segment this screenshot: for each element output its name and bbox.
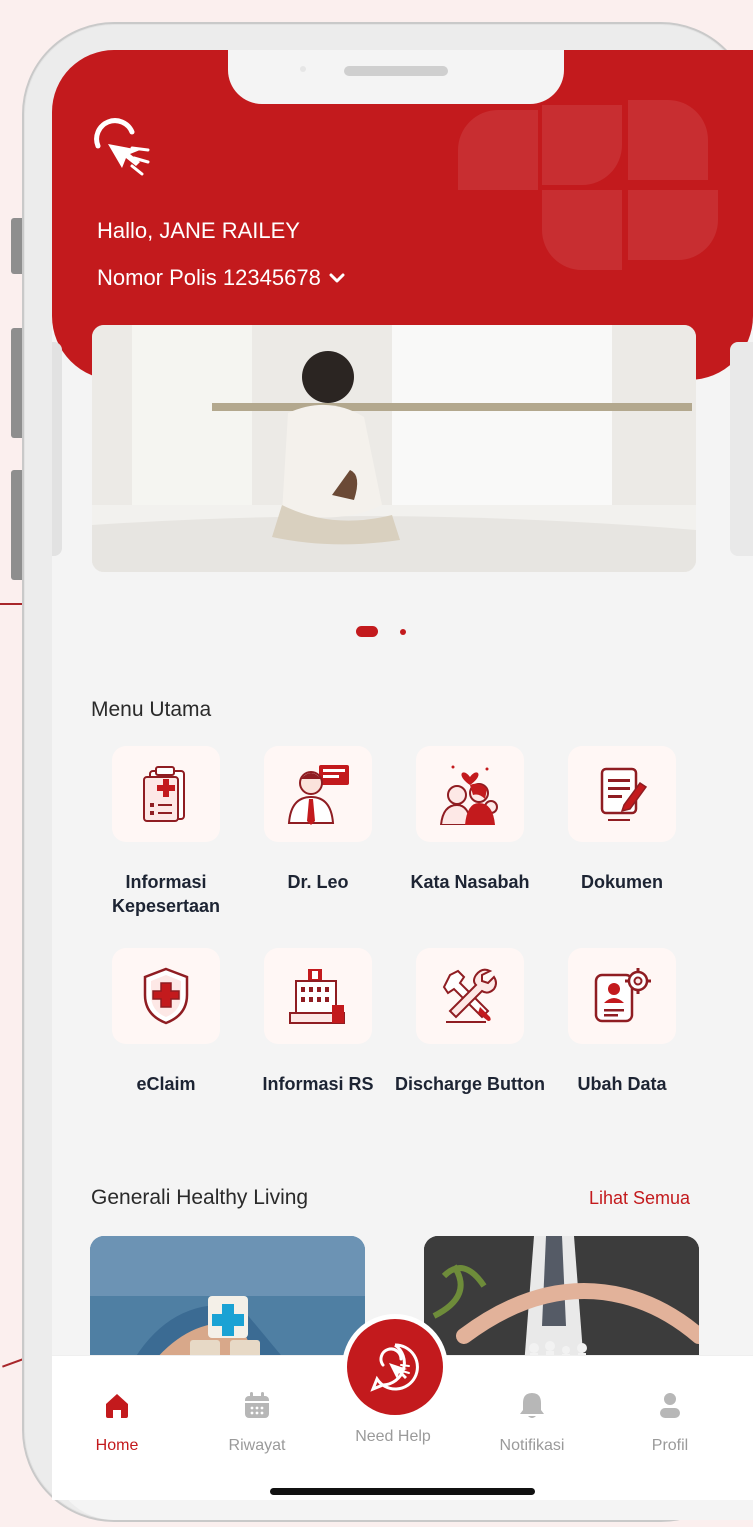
menu-item-label: Dokumen — [580, 872, 663, 892]
menu-item-label: Discharge Button — [395, 1074, 546, 1094]
nav-label: Need Help — [355, 1428, 431, 1445]
article-image — [90, 1236, 365, 1366]
profile-settings-icon — [594, 968, 651, 1023]
menu-item-label: eClaim — [136, 1074, 196, 1094]
menu-item-label: Informasi RS — [262, 1074, 374, 1094]
nav-label: Riwayat — [228, 1437, 286, 1454]
carousel-indicator — [356, 626, 406, 637]
greeting-text: Hallo, JANE RAILEY — [97, 218, 300, 243]
help-touch-icon — [370, 1343, 419, 1392]
tools-icon — [442, 968, 497, 1023]
doctor-icon — [287, 765, 349, 825]
menu-item-label: Dr. Leo — [287, 872, 349, 892]
menu-item-dr-leo[interactable]: Dr. Leo — [243, 746, 393, 894]
banner-image — [92, 325, 696, 572]
document-edit-icon — [600, 767, 648, 821]
nav-label: Profil — [651, 1437, 689, 1454]
menu-item-dokumen[interactable]: Dokumen — [547, 746, 697, 894]
nav-riwayat[interactable]: Riwayat — [202, 1390, 312, 1455]
nav-profil[interactable]: Profil — [615, 1390, 725, 1455]
menu-item-ubah-data[interactable]: Ubah Data — [547, 948, 697, 1096]
menu-item-kata-nasabah[interactable]: Kata Nasabah — [395, 746, 545, 894]
healthy-living-title: Generali Healthy Living — [91, 1186, 309, 1209]
menu-item-informasi-kepesertaan[interactable]: Informasi Kepesertaan — [91, 746, 241, 918]
family-icon — [439, 765, 498, 825]
article-card[interactable] — [424, 1236, 699, 1366]
chevron-down-icon — [329, 273, 345, 283]
menu-item-label: Ubah Data — [577, 1074, 667, 1094]
phone-notch — [228, 50, 564, 104]
user-icon — [660, 1393, 680, 1418]
app-logo-icon — [94, 118, 150, 176]
see-all-link[interactable]: Lihat Semua — [589, 1188, 690, 1209]
menu-item-label: Informasi Kepesertaan — [111, 872, 221, 916]
article-image — [424, 1236, 699, 1366]
home-indicator — [270, 1488, 535, 1495]
menu-item-label: Kata Nasabah — [410, 872, 530, 892]
shield-cross-icon — [143, 967, 189, 1025]
nav-notifikasi[interactable]: Notifikasi — [477, 1390, 587, 1455]
bell-icon — [520, 1393, 544, 1418]
calendar-icon — [245, 1392, 269, 1418]
home-icon — [106, 1394, 128, 1418]
carousel-dot-active[interactable] — [356, 626, 378, 637]
carousel-next-slide[interactable] — [730, 342, 753, 556]
nav-home[interactable]: Home — [62, 1390, 172, 1455]
bottom-navigation: Home Riwayat Need Help Notifikasi Profil — [52, 1314, 753, 1500]
menu-item-informasi-rs[interactable]: Informasi RS — [243, 948, 393, 1096]
menu-item-eclaim[interactable]: eClaim — [91, 948, 241, 1096]
policy-number: Nomor Polis 12345678 — [97, 265, 321, 290]
carousel-dot[interactable] — [400, 628, 406, 635]
hospital-icon — [289, 969, 345, 1024]
policy-selector[interactable]: Nomor Polis 12345678 — [97, 265, 345, 291]
article-card[interactable] — [90, 1236, 365, 1366]
carousel-prev-slide[interactable] — [52, 342, 62, 556]
nav-label: Notifikasi — [499, 1437, 565, 1454]
menu-item-discharge-button[interactable]: Discharge Button — [395, 948, 545, 1096]
nav-label: Home — [95, 1437, 139, 1454]
need-help-button[interactable] — [342, 1314, 448, 1420]
promo-banner[interactable] — [92, 325, 696, 572]
membership-clipboard-icon — [143, 766, 185, 822]
main-menu-title: Menu Utama — [91, 698, 212, 721]
